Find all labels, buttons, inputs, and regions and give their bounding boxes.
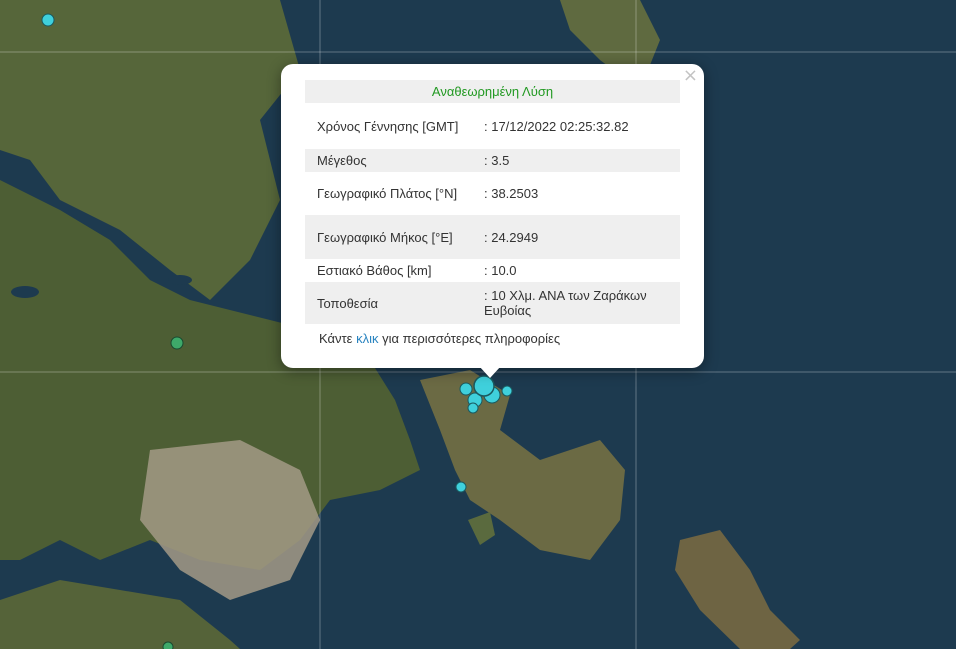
quake-marker[interactable] — [41, 13, 55, 27]
more-info-prefix: Κάντε — [319, 331, 353, 346]
quake-marker[interactable] — [170, 336, 184, 350]
popup-tip — [479, 366, 501, 378]
row-label-origin-time: Χρόνος Γέννησης [GMT] — [317, 118, 459, 134]
earthquake-info-popup: × Αναθεωρημένη Λύση Χρόνος Γέννησης [GMT… — [281, 64, 704, 368]
row-label-magnitude: Μέγεθος — [305, 149, 472, 172]
row-value-origin-time: : 17/12/2022 02:25:32.82 — [484, 118, 629, 134]
popup-header: Αναθεωρημένη Λύση — [305, 80, 680, 103]
row-label-longitude: Γεωγραφικό Μήκος [°E] — [305, 215, 472, 259]
close-icon[interactable]: × — [683, 66, 698, 86]
more-info-line: Κάντε κλικ για περισσότερες πληροφορίες — [319, 331, 560, 346]
row-value-location: : 10 Χλμ. ΑΝΑ των Ζαράκων Ευβοίας — [472, 282, 680, 324]
lake — [168, 275, 192, 285]
row-value-magnitude: : 3.5 — [472, 149, 680, 172]
row-value-depth: : 10.0 — [484, 263, 517, 278]
row-label-latitude: Γεωγραφικό Πλάτος [°N] — [317, 186, 458, 201]
row-label-depth: Εστιακό Βάθος [km] — [317, 263, 432, 278]
lake — [11, 286, 39, 298]
quake-marker[interactable] — [162, 641, 174, 649]
more-info-link[interactable]: κλικ — [356, 331, 378, 346]
quake-marker[interactable] — [455, 481, 467, 493]
row-label-location: Τοποθεσία — [305, 282, 472, 324]
row-value-latitude: : 38.2503 — [484, 186, 539, 201]
more-info-suffix: για περισσότερες πληροφορίες — [382, 331, 561, 346]
info-table: Αναθεωρημένη Λύση Χρόνος Γέννησης [GMT] … — [305, 80, 680, 324]
row-value-longitude: : 24.2949 — [472, 215, 680, 259]
